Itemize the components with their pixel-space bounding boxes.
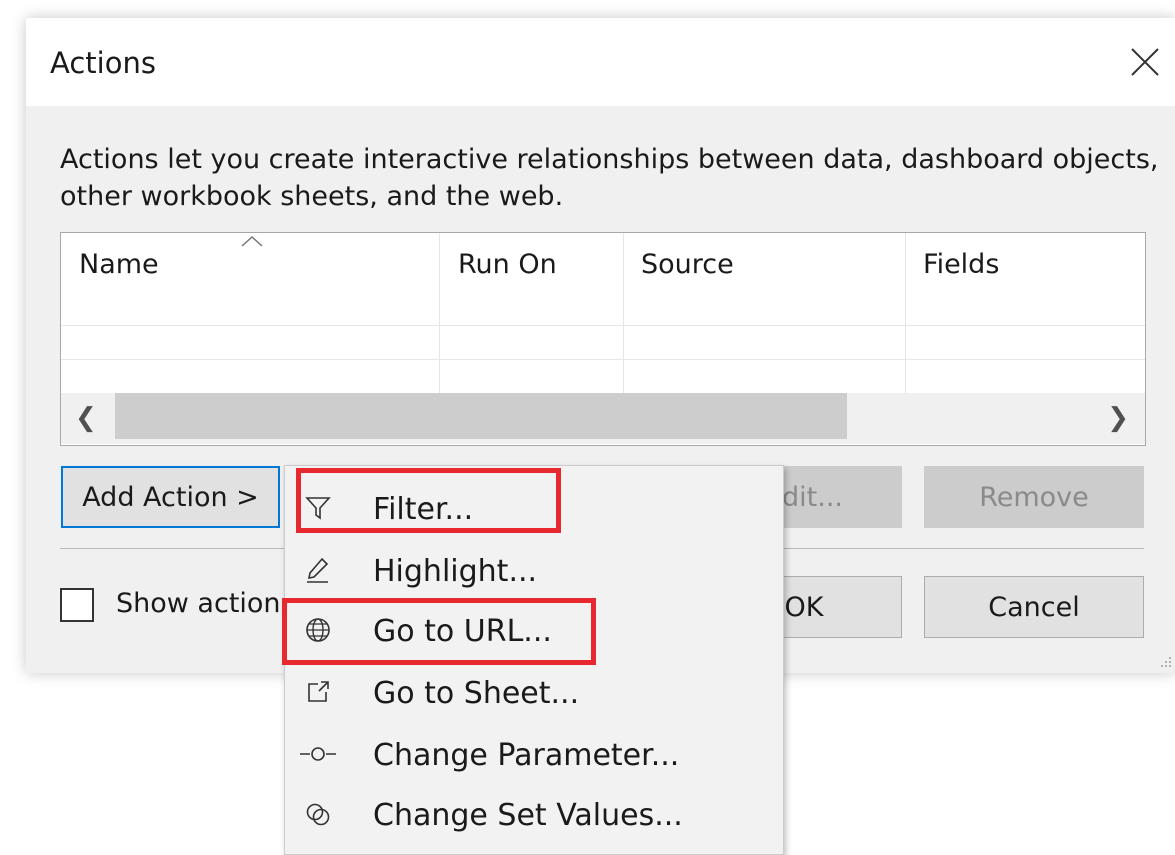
menu-item-highlight[interactable]: Highlight... bbox=[285, 540, 783, 602]
menu-item-change-parameter[interactable]: Change Parameter... bbox=[285, 724, 783, 786]
close-icon bbox=[1131, 48, 1159, 76]
horizontal-scrollbar[interactable]: ❮ ❯ bbox=[61, 393, 1145, 444]
menu-item-label: Change Set Values... bbox=[373, 798, 683, 833]
globe-icon bbox=[297, 610, 339, 650]
column-separator bbox=[905, 233, 906, 393]
column-separator bbox=[623, 233, 624, 393]
parameter-icon bbox=[297, 734, 339, 774]
set-values-icon bbox=[297, 794, 339, 834]
menu-item-label: Go to Sheet... bbox=[373, 676, 580, 711]
external-link-icon bbox=[297, 672, 339, 712]
menu-item-label: Change Parameter... bbox=[373, 738, 680, 773]
menu-item-label: Filter... bbox=[373, 492, 474, 527]
table-row[interactable] bbox=[61, 325, 1145, 326]
menu-item-label: Highlight... bbox=[373, 554, 538, 589]
menu-item-go-to-url[interactable]: Go to URL... bbox=[285, 600, 783, 662]
remove-button[interactable]: Remove bbox=[924, 466, 1144, 528]
title-bar: Actions bbox=[26, 18, 1175, 106]
menu-item-label: Go to URL... bbox=[373, 614, 552, 649]
funnel-icon bbox=[297, 488, 339, 528]
table-row[interactable] bbox=[61, 359, 1145, 360]
cancel-button[interactable]: Cancel bbox=[924, 576, 1144, 638]
resize-grip-icon[interactable] bbox=[1159, 655, 1173, 669]
add-action-button[interactable]: Add Action > bbox=[61, 466, 280, 528]
show-all-sheets-checkbox[interactable] bbox=[60, 588, 94, 622]
column-header-run-on[interactable]: Run On bbox=[458, 249, 557, 280]
scroll-left-icon[interactable]: ❮ bbox=[75, 403, 97, 433]
dialog-description: Actions let you create interactive relat… bbox=[60, 144, 1159, 212]
column-header-source[interactable]: Source bbox=[641, 249, 734, 280]
menu-item-go-to-sheet[interactable]: Go to Sheet... bbox=[285, 662, 783, 724]
menu-item-filter[interactable]: Filter... bbox=[285, 478, 783, 540]
scrollbar-thumb[interactable] bbox=[115, 393, 847, 439]
add-action-menu: Filter... Highlight... Go to URL... Go t… bbox=[284, 465, 784, 855]
highlighter-icon bbox=[297, 550, 339, 590]
dialog-title: Actions bbox=[50, 46, 156, 80]
column-header-name[interactable]: Name bbox=[79, 249, 159, 280]
actions-table[interactable]: Name Run On Source Fields ❮ ❯ bbox=[60, 232, 1146, 446]
scroll-right-icon[interactable]: ❯ bbox=[1107, 403, 1129, 433]
menu-item-change-set-values[interactable]: Change Set Values... bbox=[285, 784, 783, 846]
column-separator bbox=[439, 233, 440, 393]
column-header-fields[interactable]: Fields bbox=[923, 249, 999, 280]
sort-ascending-icon[interactable] bbox=[241, 235, 263, 247]
close-button[interactable] bbox=[1113, 32, 1175, 92]
